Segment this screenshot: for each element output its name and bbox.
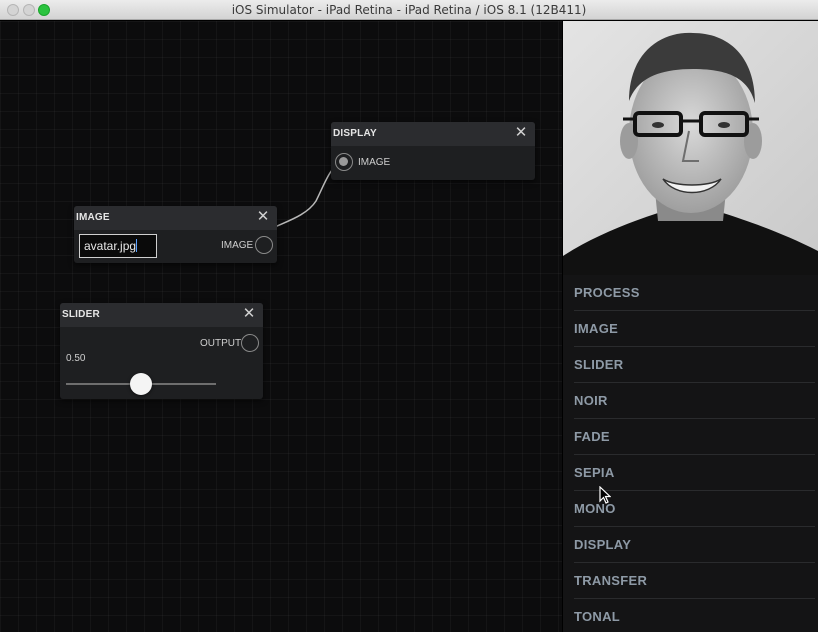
image-node-close-icon[interactable]: ✕ [256,209,270,224]
display-input-port[interactable] [335,153,353,171]
slider-node[interactable]: SLIDER ✕ OUTPUT 0.50 [60,303,263,399]
display-node-title: DISPLAY [333,128,377,139]
display-node-header[interactable]: DISPLAY ✕ [331,122,535,146]
menu-item-slider[interactable]: SLIDER [574,347,815,383]
menu-item-label: TRANSFER [574,573,648,588]
menu-item-image[interactable]: IMAGE [574,311,815,347]
slider-node-header[interactable]: SLIDER ✕ [60,303,263,327]
image-node-title: IMAGE [76,212,110,223]
menu-item-label: NOIR [574,393,608,408]
node-canvas[interactable]: DISPLAY ✕ IMAGE IMAGE ✕ avatar.jpg IMAGE… [0,21,562,632]
display-input-label: IMAGE [358,157,391,168]
image-filename-text: avatar.jpg [84,239,137,253]
image-node-header[interactable]: IMAGE ✕ [74,206,277,230]
image-output-label: IMAGE [221,240,254,251]
menu-item-label: IMAGE [574,321,619,336]
window-titlebar: iOS Simulator - iPad Retina - iPad Retin… [0,0,818,20]
slider-node-title: SLIDER [62,309,100,320]
menu-item-noir[interactable]: NOIR [574,383,815,419]
menu-item-transfer[interactable]: TRANSFER [574,563,815,599]
menu-item-display[interactable]: DISPLAY [574,527,815,563]
menu-item-label: DISPLAY [574,537,632,552]
menu-item-label: PROCESS [574,285,640,300]
slider-value-text: 0.50 [66,353,86,364]
menu-item-label: SEPIA [574,465,615,480]
image-output-port[interactable] [255,236,273,254]
portrait-photo [563,21,818,275]
node-type-menu: PROCESS IMAGE SLIDER NOIR FADE SEPIA MONO DISPL… [563,275,818,632]
menu-item-fade[interactable]: FADE [574,419,815,455]
slider-thumb[interactable] [130,373,152,395]
menu-item-label: TONAL [574,609,621,624]
menu-item-label: SLIDER [574,357,624,372]
window-title: iOS Simulator - iPad Retina - iPad Retin… [231,3,587,17]
preview-image [563,21,818,275]
slider-output-port[interactable] [241,334,259,352]
text-caret [136,239,138,252]
slider-node-close-icon[interactable]: ✕ [242,306,256,321]
image-filename-input[interactable]: avatar.jpg [79,234,157,258]
menu-item-tonal[interactable]: TONAL [574,599,815,632]
slider-output-label: OUTPUT [200,338,242,349]
mouse-cursor-icon [599,486,611,504]
menu-item-process[interactable]: PROCESS [574,275,815,311]
display-node-close-icon[interactable]: ✕ [514,125,528,140]
display-node[interactable]: DISPLAY ✕ IMAGE [331,122,535,180]
image-node[interactable]: IMAGE ✕ avatar.jpg IMAGE [74,206,277,263]
menu-item-label: FADE [574,429,610,444]
